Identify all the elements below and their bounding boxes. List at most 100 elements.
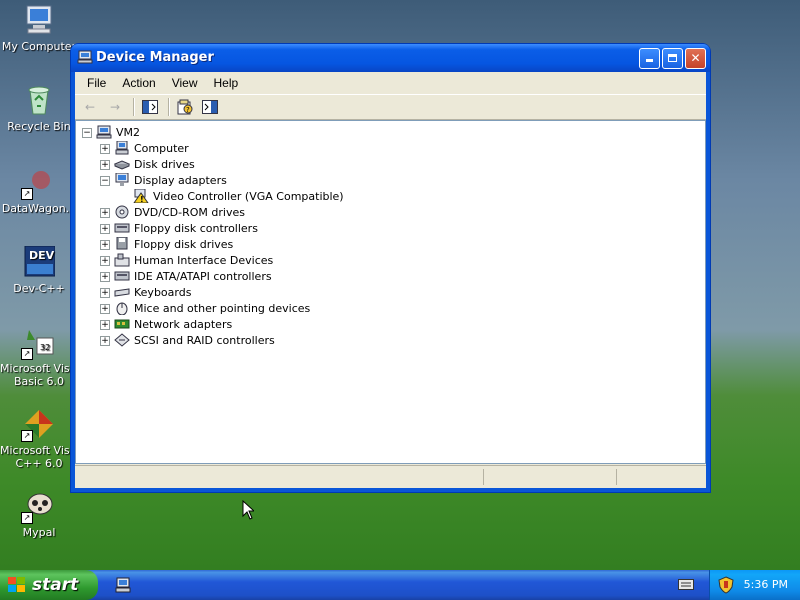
tree-item-label: Network adapters bbox=[134, 317, 233, 331]
desktop-icon-mypal[interactable]: ↗ Mypal bbox=[0, 490, 78, 539]
menu-action[interactable]: Action bbox=[114, 76, 163, 90]
desktop-icon-label-line2: Basic 6.0 bbox=[13, 375, 65, 388]
expand-toggle[interactable]: + bbox=[100, 336, 110, 346]
expand-toggle[interactable]: + bbox=[100, 208, 110, 218]
tree-item-dvd-cdrom[interactable]: DVD/CD-ROM drives bbox=[114, 204, 245, 220]
desktop-icon-my-computer[interactable]: My Computer bbox=[0, 4, 78, 53]
tree-root-vm2[interactable]: VM2 bbox=[96, 124, 140, 140]
desktop-icon-vc6[interactable]: ↗ Microsoft Visua C++ 6.0 bbox=[0, 408, 78, 470]
desktop-icon-dev-cpp[interactable]: DEV Dev-C++ bbox=[0, 245, 78, 295]
expand-toggle[interactable]: + bbox=[100, 144, 110, 154]
device-manager-icon bbox=[77, 50, 93, 64]
status-segment-divider bbox=[483, 469, 484, 485]
scsi-controller-icon bbox=[114, 333, 130, 347]
network-adapter-icon bbox=[114, 317, 130, 331]
ide-controller-icon bbox=[114, 269, 130, 283]
floppy-controller-icon bbox=[114, 221, 130, 235]
tree-item-floppy-drives[interactable]: Floppy disk drives bbox=[114, 236, 233, 252]
close-icon: ✕ bbox=[690, 51, 701, 65]
expand-toggle[interactable]: + bbox=[100, 320, 110, 330]
desktop-icon-label-line1: Microsoft Visua bbox=[0, 444, 78, 457]
clock[interactable]: 5:36 PM bbox=[744, 578, 788, 591]
svg-text:!: ! bbox=[140, 195, 144, 203]
tree-item-label: SCSI and RAID controllers bbox=[134, 333, 275, 347]
desktop-icon-datawagon[interactable]: ↗ DataWagon... bbox=[0, 166, 78, 215]
desktop-icon-label: Recycle Bin bbox=[7, 120, 71, 133]
start-button[interactable]: start bbox=[0, 570, 98, 600]
collapse-toggle[interactable]: − bbox=[100, 176, 110, 186]
collapse-toggle[interactable]: − bbox=[82, 128, 92, 138]
tree-item-label: Floppy disk controllers bbox=[134, 221, 258, 235]
dvd-drive-icon bbox=[114, 205, 130, 219]
taskbar: start 5:36 PM bbox=[0, 570, 800, 600]
svg-text:?: ? bbox=[186, 106, 190, 114]
maximize-button[interactable] bbox=[662, 48, 683, 69]
tree-item-label: DVD/CD-ROM drives bbox=[134, 205, 245, 219]
visual-basic-icon: 32 ↗ bbox=[21, 326, 55, 360]
visual-cpp-icon: ↗ bbox=[21, 408, 55, 442]
tree-item-label: Display adapters bbox=[134, 173, 227, 187]
quick-launch-device-manager-icon[interactable] bbox=[114, 576, 132, 594]
desktop-icon-recycle-bin[interactable]: Recycle Bin bbox=[0, 84, 78, 133]
menu-file[interactable]: File bbox=[79, 76, 114, 90]
tree-item-keyboards[interactable]: Keyboards bbox=[114, 284, 191, 300]
mypal-icon: ↗ bbox=[21, 490, 55, 524]
minimize-button[interactable] bbox=[639, 48, 660, 69]
desktop-icon-label-line2: C++ 6.0 bbox=[15, 457, 63, 470]
tree-item-label: Disk drives bbox=[134, 157, 195, 171]
tree-item-computer[interactable]: Computer bbox=[114, 140, 189, 156]
svg-text:32: 32 bbox=[40, 343, 50, 352]
tree-item-network-adapters[interactable]: Network adapters bbox=[114, 316, 232, 332]
window-client-area: File Action View Help ← → ? − VM2 + Comp… bbox=[75, 72, 706, 488]
back-icon[interactable]: ← bbox=[81, 99, 99, 115]
tree-item-label: Keyboards bbox=[134, 285, 192, 299]
desktop-icon-label: Mypal bbox=[22, 526, 56, 539]
show-hide-console-tree-icon[interactable] bbox=[141, 99, 159, 115]
desktop-icon-label: DataWagon... bbox=[1, 202, 77, 215]
desktop-icon-label: Dev-C++ bbox=[13, 282, 65, 295]
computer-icon bbox=[96, 125, 112, 139]
expand-toggle[interactable]: + bbox=[100, 272, 110, 282]
shortcut-arrow-icon: ↗ bbox=[21, 430, 33, 442]
device-tree[interactable]: − VM2 + Computer + Disk drives − Display… bbox=[75, 120, 706, 464]
security-shield-icon[interactable] bbox=[718, 576, 734, 597]
forward-icon[interactable]: → bbox=[106, 99, 124, 115]
expand-toggle[interactable]: + bbox=[100, 256, 110, 266]
toolbar-separator bbox=[133, 98, 135, 116]
expand-toggle[interactable]: + bbox=[100, 224, 110, 234]
expand-toggle[interactable]: + bbox=[100, 304, 110, 314]
expand-toggle[interactable]: + bbox=[100, 160, 110, 170]
toolbar: ← → ? bbox=[75, 95, 706, 120]
tree-item-ide-controllers[interactable]: IDE ATA/ATAPI controllers bbox=[114, 268, 272, 284]
status-bar bbox=[75, 465, 706, 488]
tree-item-disk-drives[interactable]: Disk drives bbox=[113, 156, 195, 172]
title-bar[interactable]: Device Manager ✕ bbox=[71, 44, 710, 72]
tree-item-label: Mice and other pointing devices bbox=[134, 301, 311, 315]
tree-item-label: Human Interface Devices bbox=[134, 253, 274, 267]
menu-bar: File Action View Help bbox=[75, 72, 706, 95]
computer-icon bbox=[114, 140, 130, 155]
tree-item-scsi-raid[interactable]: SCSI and RAID controllers bbox=[114, 332, 275, 348]
warning-device-icon: ! bbox=[133, 188, 149, 204]
menu-help[interactable]: Help bbox=[206, 76, 247, 90]
expand-toggle[interactable]: + bbox=[100, 288, 110, 298]
keyboard-icon bbox=[114, 285, 130, 299]
desktop-icon-label: My Computer bbox=[1, 40, 77, 53]
system-tray: 5:36 PM bbox=[709, 570, 800, 600]
recycle-bin-icon bbox=[23, 84, 55, 116]
help-icon[interactable] bbox=[201, 99, 219, 115]
toolbar-separator bbox=[168, 98, 170, 116]
tree-item-floppy-controllers[interactable]: Floppy disk controllers bbox=[114, 220, 258, 236]
device-manager-window: Device Manager ✕ File Action View Help ←… bbox=[71, 44, 710, 492]
desktop-icon-vb6[interactable]: 32 ↗ Microsoft Visua Basic 6.0 bbox=[0, 326, 78, 388]
menu-view[interactable]: View bbox=[164, 76, 206, 90]
keyboard-layout-icon[interactable] bbox=[678, 577, 694, 591]
tree-item-video-controller[interactable]: ! Video Controller (VGA Compatible) bbox=[133, 188, 344, 204]
tree-item-mice[interactable]: Mice and other pointing devices bbox=[114, 300, 310, 316]
close-button[interactable]: ✕ bbox=[685, 48, 706, 69]
tree-item-hid[interactable]: Human Interface Devices bbox=[114, 252, 273, 268]
expand-toggle[interactable]: + bbox=[100, 240, 110, 250]
properties-icon[interactable]: ? bbox=[176, 99, 194, 115]
tree-item-label: Computer bbox=[134, 141, 189, 155]
tree-item-display-adapters[interactable]: Display adapters bbox=[114, 172, 227, 188]
